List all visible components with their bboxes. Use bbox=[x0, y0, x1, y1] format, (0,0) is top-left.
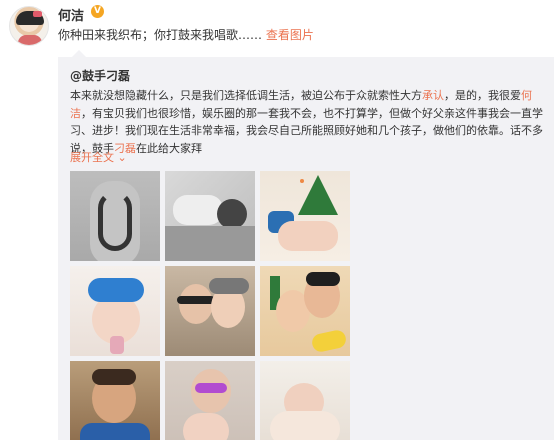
avatar[interactable] bbox=[9, 6, 49, 46]
image-thumbnail[interactable] bbox=[260, 171, 350, 261]
keyword-link[interactable]: 承认 bbox=[422, 89, 444, 102]
image-thumbnail[interactable] bbox=[260, 361, 350, 440]
verified-badge-icon: V bbox=[91, 5, 104, 18]
image-thumbnail[interactable] bbox=[260, 266, 350, 356]
image-thumbnail[interactable] bbox=[70, 171, 160, 261]
image-thumbnail[interactable] bbox=[165, 171, 255, 261]
post-body: 你种田来我织布；你打鼓来我唱歌…… bbox=[58, 28, 263, 42]
image-thumbnail[interactable] bbox=[165, 266, 255, 356]
see-pictures-link[interactable]: 查看图片 bbox=[266, 28, 314, 42]
image-thumbnail[interactable] bbox=[70, 266, 160, 356]
image-thumbnail[interactable] bbox=[70, 361, 160, 440]
expand-full-text-link[interactable]: 展开全文 ⌄ bbox=[70, 149, 127, 165]
chevron-down-icon: ⌄ bbox=[114, 151, 127, 164]
post-text: 你种田来我织布；你打鼓来我唱歌…… 查看图片 bbox=[58, 26, 314, 43]
username[interactable]: 何洁 bbox=[58, 5, 84, 24]
repost-card: @鼓手刁磊 本来就没想隐藏什么，只是我们选择低调生活，被迫公布于众就索性大方承认… bbox=[58, 50, 554, 440]
image-thumbnail[interactable] bbox=[165, 361, 255, 440]
repost-author[interactable]: @鼓手刁磊 bbox=[70, 67, 130, 84]
repost-body: 本来就没想隐藏什么，只是我们选择低调生活，被迫公布于众就索性大方承认，是的，我很… bbox=[70, 89, 543, 155]
